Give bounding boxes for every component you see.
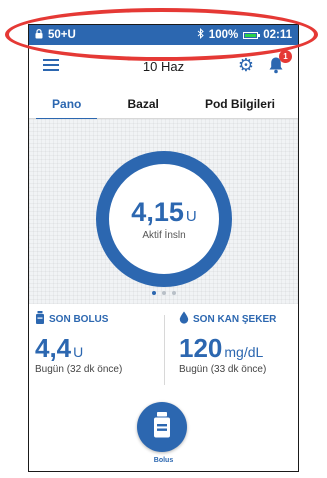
- pod-status-text: 50+U: [48, 29, 76, 41]
- last-bolus-value: 4,4: [35, 333, 72, 363]
- notification-badge: 1: [279, 50, 292, 63]
- last-bg-value: 120: [179, 333, 223, 363]
- lock-icon: [35, 28, 43, 42]
- last-bolus-unit: U: [73, 344, 84, 360]
- gear-icon[interactable]: ⚙: [238, 56, 254, 74]
- last-bolus-value-line: 4,4 U: [35, 333, 155, 364]
- page-dot: [161, 291, 166, 295]
- iob-panel: 4,15 U Aktif İnsln: [29, 119, 298, 304]
- last-bg-unit: mg/dL: [224, 344, 264, 360]
- last-bg-card: SON KAN ŞEKER 120 mg/dL Bugün (33 dk önc…: [179, 311, 298, 375]
- status-bar: 50+U 100% 02:11: [29, 25, 298, 45]
- last-bg-value-line: 120 mg/dL: [179, 333, 298, 364]
- page-dot: [171, 291, 176, 295]
- phone-screen: 50+U 100% 02:11 10 Haz ⚙ 1 Pano Bazal Po…: [28, 24, 299, 472]
- insulin-vial-icon: [152, 411, 172, 443]
- tab-pod-bilgileri[interactable]: Pod Bilgileri: [203, 91, 277, 117]
- tab-pano[interactable]: Pano: [35, 91, 98, 120]
- last-bg-time: Bugün (33 dk önce): [179, 364, 267, 375]
- menu-icon[interactable]: [43, 59, 59, 71]
- app-bar-actions: ⚙ 1: [238, 50, 292, 74]
- status-bar-left: 50+U: [35, 28, 76, 42]
- page-indicator: [29, 291, 298, 295]
- insulin-vial-icon: [35, 311, 45, 327]
- battery-percent: 100%: [208, 29, 239, 41]
- tab-bar: Pano Bazal Pod Bilgileri: [29, 89, 298, 120]
- stats-panel: SON BOLUS 4,4 U Bugün (32 dk önce) SON K…: [29, 305, 298, 395]
- status-time: 02:11: [263, 29, 292, 41]
- iob-label: Aktif İnsln: [142, 230, 186, 241]
- bluetooth-icon: [197, 28, 204, 42]
- notifications-button[interactable]: 1: [268, 50, 292, 74]
- bolus-button-label[interactable]: Bolus: [29, 457, 298, 464]
- last-bg-header: SON KAN ŞEKER: [179, 311, 298, 327]
- iob-value: 4,15: [131, 197, 184, 227]
- battery-icon: [243, 31, 261, 39]
- last-bolus-card: SON BOLUS 4,4 U Bugün (32 dk önce): [35, 311, 155, 375]
- iob-ring[interactable]: 4,15 U Aktif İnsln: [96, 151, 232, 287]
- page-dot: [151, 291, 156, 295]
- bolus-button[interactable]: [137, 402, 187, 452]
- last-bolus-time: Bugün (32 dk önce): [35, 364, 123, 375]
- last-bolus-title: SON BOLUS: [49, 313, 109, 325]
- tab-bazal[interactable]: Bazal: [125, 91, 160, 117]
- app-bar: 10 Haz ⚙ 1: [29, 45, 298, 85]
- iob-value-line: 4,15 U: [131, 197, 196, 228]
- status-bar-right: 100% 02:11: [197, 28, 292, 42]
- iob-unit: U: [185, 208, 197, 225]
- last-bolus-header: SON BOLUS: [35, 311, 155, 327]
- stats-divider: [164, 315, 165, 385]
- last-bg-title: SON KAN ŞEKER: [193, 313, 277, 325]
- blood-drop-icon: [179, 311, 189, 327]
- page-title: 10 Haz: [142, 59, 185, 74]
